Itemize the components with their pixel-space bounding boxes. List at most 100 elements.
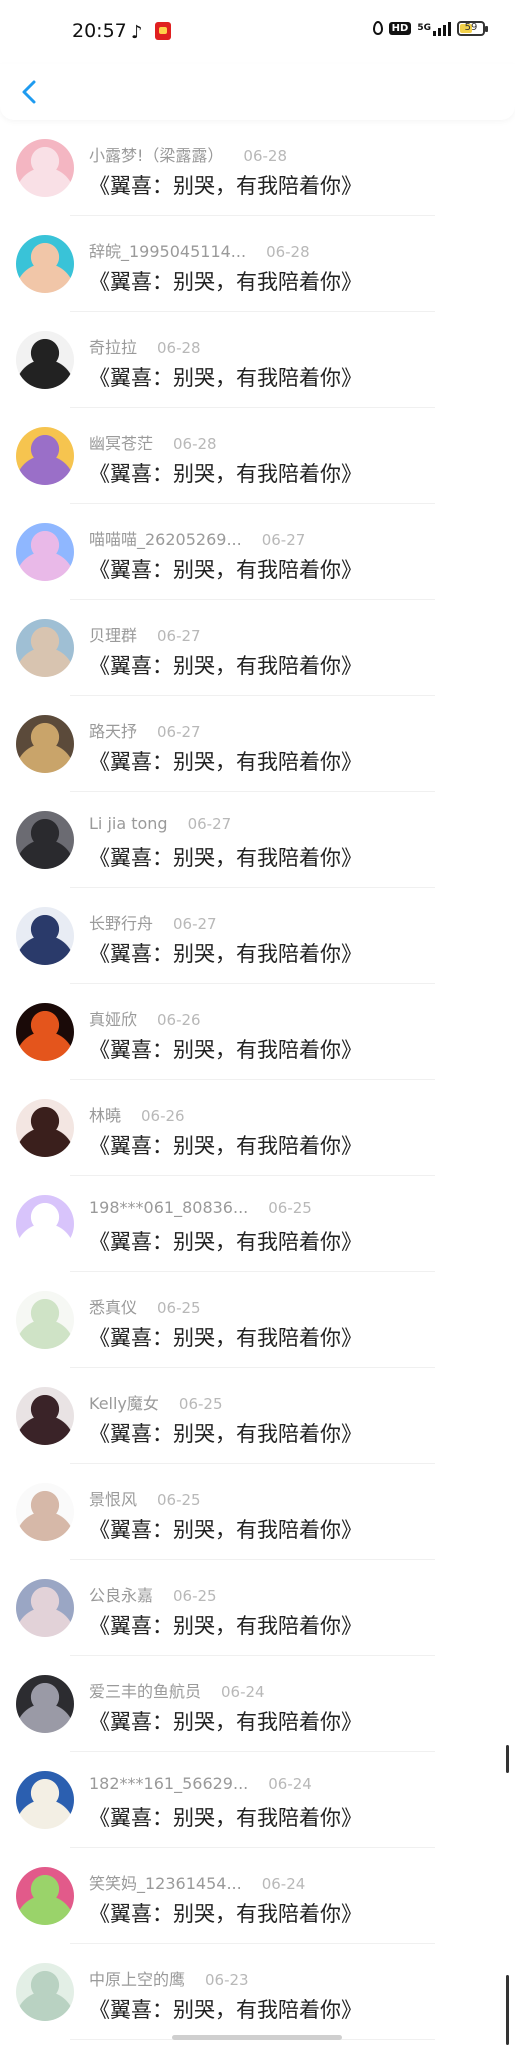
avatar[interactable] xyxy=(16,1291,74,1349)
comment-meta: 幽冥苍茫 06-28 xyxy=(89,430,217,454)
avatar[interactable] xyxy=(16,811,74,869)
user-name[interactable]: 奇拉拉 xyxy=(89,338,137,357)
comment-date: 06-24 xyxy=(261,1875,306,1893)
avatar[interactable] xyxy=(16,523,74,581)
work-title[interactable]: 《翼喜：别哭，有我陪着你》 xyxy=(89,1034,362,1064)
list-item[interactable]: 长野行舟 06-27 《翼喜：别哭，有我陪着你》 xyxy=(0,888,515,984)
user-name[interactable]: 长野行舟 xyxy=(89,914,153,933)
comment-meta: 中原上空的鹰 06-23 xyxy=(89,1966,249,1990)
list-item[interactable]: 真娅欣 06-26 《翼喜：别哭，有我陪着你》 xyxy=(0,984,515,1080)
list-item[interactable]: 辞皖_1995045114... 06-28 《翼喜：别哭，有我陪着你》 xyxy=(0,216,515,312)
work-title[interactable]: 《翼喜：别哭，有我陪着你》 xyxy=(89,746,362,776)
work-title[interactable]: 《翼喜：别哭，有我陪着你》 xyxy=(89,1418,362,1448)
work-title[interactable]: 《翼喜：别哭，有我陪着你》 xyxy=(89,1802,362,1832)
work-title[interactable]: 《翼喜：别哭，有我陪着你》 xyxy=(89,1226,362,1256)
comment-meta: 真娅欣 06-26 xyxy=(89,1006,201,1030)
comment-meta: 林曉 06-26 xyxy=(89,1102,185,1126)
list-item[interactable]: 景恨风 06-25 《翼喜：别哭，有我陪着你》 xyxy=(0,1464,515,1560)
list-item[interactable]: 林曉 06-26 《翼喜：别哭，有我陪着你》 xyxy=(0,1080,515,1176)
work-title[interactable]: 《翼喜：别哭，有我陪着你》 xyxy=(89,842,362,872)
list-item[interactable]: Li jia tong 06-27 《翼喜：别哭，有我陪着你》 xyxy=(0,792,515,888)
comment-date: 06-28 xyxy=(266,243,310,261)
list-item[interactable]: 路天抒 06-27 《翼喜：别哭，有我陪着你》 xyxy=(0,696,515,792)
back-button[interactable] xyxy=(14,76,46,108)
list-item[interactable]: 贝理群 06-27 《翼喜：别哭，有我陪着你》 xyxy=(0,600,515,696)
list-item[interactable]: 奇拉拉 06-28 《翼喜：别哭，有我陪着你》 xyxy=(0,312,515,408)
scroll-indicator[interactable] xyxy=(506,1745,509,1773)
work-title[interactable]: 《翼喜：别哭，有我陪着你》 xyxy=(89,650,362,680)
list-item[interactable]: 喵喵喵_26205269... 06-27 《翼喜：别哭，有我陪着你》 xyxy=(0,504,515,600)
user-name[interactable]: 路天抒 xyxy=(89,722,137,741)
work-title[interactable]: 《翼喜：别哭，有我陪着你》 xyxy=(89,170,362,200)
user-name[interactable]: 辞皖_1995045114... xyxy=(89,242,246,261)
avatar[interactable] xyxy=(16,715,74,773)
user-name[interactable]: 悉真仪 xyxy=(89,1298,137,1317)
work-title[interactable]: 《翼喜：别哭，有我陪着你》 xyxy=(89,1514,362,1544)
work-title[interactable]: 《翼喜：别哭，有我陪着你》 xyxy=(89,1322,362,1352)
user-name[interactable]: 中原上空的鹰 xyxy=(89,1970,185,1989)
list-item[interactable]: 198***061_80836... 06-25 《翼喜：别哭，有我陪着你》 xyxy=(0,1176,515,1272)
user-name[interactable]: Li jia tong xyxy=(89,814,168,833)
avatar[interactable] xyxy=(16,907,74,965)
avatar[interactable] xyxy=(16,1003,74,1061)
work-title[interactable]: 《翼喜：别哭，有我陪着你》 xyxy=(89,1610,362,1640)
status-bar: 20:57 ♪ HD 5G 59 xyxy=(0,0,515,64)
user-name[interactable]: 公良永嘉 xyxy=(89,1586,153,1605)
signal-icon xyxy=(433,20,451,36)
home-indicator[interactable] xyxy=(172,2035,342,2040)
avatar[interactable] xyxy=(16,1195,74,1253)
user-name[interactable]: 喵喵喵_26205269... xyxy=(89,530,242,549)
work-title[interactable]: 《翼喜：别哭，有我陪着你》 xyxy=(89,938,362,968)
work-title[interactable]: 《翼喜：别哭，有我陪着你》 xyxy=(89,362,362,392)
work-title[interactable]: 《翼喜：别哭，有我陪着你》 xyxy=(89,1994,362,2024)
avatar[interactable] xyxy=(16,139,74,197)
user-name[interactable]: 小露梦!（梁露露） xyxy=(89,146,223,165)
list-item[interactable]: 爱三丰的鱼航员 06-24 《翼喜：别哭，有我陪着你》 xyxy=(0,1656,515,1752)
avatar[interactable] xyxy=(16,331,74,389)
comment-meta: Kelly魔女 06-25 xyxy=(89,1390,223,1414)
user-name[interactable]: Kelly魔女 xyxy=(89,1394,159,1413)
avatar[interactable] xyxy=(16,1771,74,1829)
work-title[interactable]: 《翼喜：别哭，有我陪着你》 xyxy=(89,1706,362,1736)
list-item[interactable]: 悉真仪 06-25 《翼喜：别哭，有我陪着你》 xyxy=(0,1272,515,1368)
comment-date: 06-27 xyxy=(157,723,201,741)
user-name[interactable]: 182***161_56629... xyxy=(89,1774,248,1793)
scroll-indicator-end[interactable] xyxy=(506,1975,509,2045)
work-title[interactable]: 《翼喜：别哭，有我陪着你》 xyxy=(89,458,362,488)
user-name[interactable]: 幽冥苍茫 xyxy=(89,434,153,453)
comment-meta: 198***061_80836... 06-25 xyxy=(89,1198,312,1217)
comment-date: 06-25 xyxy=(178,1395,223,1413)
list-item[interactable]: 笑笑妈_12361454... 06-24 《翼喜：别哭，有我陪着你》 xyxy=(0,1848,515,1944)
avatar[interactable] xyxy=(16,427,74,485)
user-name[interactable]: 笑笑妈_12361454... xyxy=(89,1874,242,1893)
avatar[interactable] xyxy=(16,1579,74,1637)
user-name[interactable]: 景恨风 xyxy=(89,1490,137,1509)
user-name[interactable]: 林曉 xyxy=(89,1106,121,1125)
list-item[interactable]: Kelly魔女 06-25 《翼喜：别哭，有我陪着你》 xyxy=(0,1368,515,1464)
user-name[interactable]: 真娅欣 xyxy=(89,1010,137,1029)
list-item[interactable]: 小露梦!（梁露露） 06-28 《翼喜：别哭，有我陪着你》 xyxy=(0,120,515,216)
list-item[interactable]: 182***161_56629... 06-24 《翼喜：别哭，有我陪着你》 xyxy=(0,1752,515,1848)
work-title[interactable]: 《翼喜：别哭，有我陪着你》 xyxy=(89,554,362,584)
avatar[interactable] xyxy=(16,1963,74,2021)
avatar[interactable] xyxy=(16,1867,74,1925)
avatar[interactable] xyxy=(16,1387,74,1445)
comment-date: 06-27 xyxy=(157,627,201,645)
work-title[interactable]: 《翼喜：别哭，有我陪着你》 xyxy=(89,1898,362,1928)
user-name[interactable]: 198***061_80836... xyxy=(89,1198,248,1217)
avatar[interactable] xyxy=(16,235,74,293)
avatar[interactable] xyxy=(16,619,74,677)
work-title[interactable]: 《翼喜：别哭，有我陪着你》 xyxy=(89,266,362,296)
work-title[interactable]: 《翼喜：别哭，有我陪着你》 xyxy=(89,1130,362,1160)
music-note-icon: ♪ xyxy=(131,22,143,43)
comment-meta: 公良永嘉 06-25 xyxy=(89,1582,217,1606)
list-item[interactable]: 公良永嘉 06-25 《翼喜：别哭，有我陪着你》 xyxy=(0,1560,515,1656)
list-item[interactable]: 中原上空的鹰 06-23 《翼喜：别哭，有我陪着你》 xyxy=(0,1944,515,2040)
avatar[interactable] xyxy=(16,1675,74,1733)
avatar[interactable] xyxy=(16,1483,74,1541)
user-name[interactable]: 贝理群 xyxy=(89,626,137,645)
user-name[interactable]: 爱三丰的鱼航员 xyxy=(89,1682,201,1701)
comment-date: 06-28 xyxy=(243,147,288,165)
avatar[interactable] xyxy=(16,1099,74,1157)
list-item[interactable]: 幽冥苍茫 06-28 《翼喜：别哭，有我陪着你》 xyxy=(0,408,515,504)
